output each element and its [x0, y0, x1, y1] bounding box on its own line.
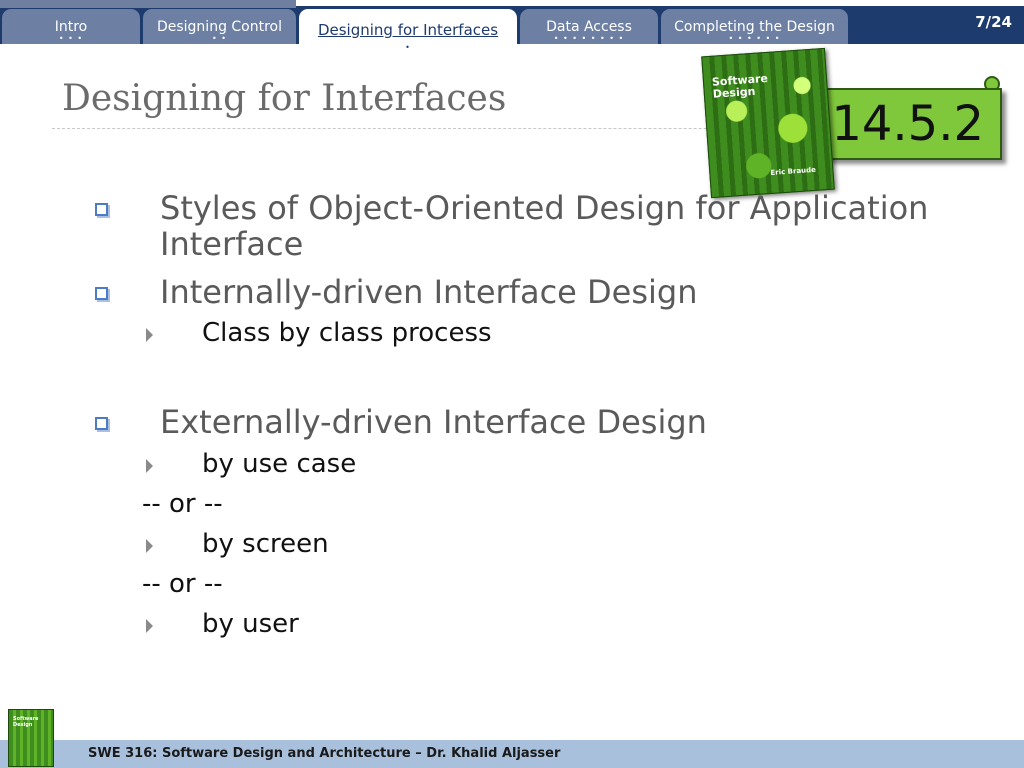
progress-line [0, 0, 296, 8]
square-bullet-icon [95, 287, 108, 300]
slide-title: Designing for Interfaces [62, 78, 507, 119]
tab-completing-the-design[interactable]: Completing the Design • • • • • • [661, 9, 848, 44]
arrow-bullet-icon [146, 328, 153, 342]
arrow-bullet-icon [146, 619, 153, 633]
tab-dots: • • • • • • [728, 34, 781, 43]
book-cover-image: Software Design Eric Braude [701, 47, 835, 199]
square-bullet-icon [95, 203, 108, 216]
page-counter: 7/24 [975, 13, 1012, 31]
footer-text: SWE 316: Software Design and Architectur… [88, 746, 561, 761]
footer-bar: SWE 316: Software Design and Architectur… [0, 740, 1024, 768]
tab-intro[interactable]: Intro • • • [2, 9, 140, 44]
book-title: Software Design [711, 71, 769, 101]
arrow-bullet-icon [146, 539, 153, 553]
top-navigation-bar: Intro • • • Designing Control • • Design… [0, 0, 1024, 52]
bullet-level2: Class by class process [202, 318, 492, 348]
tab-dots: • [405, 43, 411, 52]
arrow-bullet-icon [146, 459, 153, 473]
tab-data-access[interactable]: Data Access • • • • • • • • [520, 9, 658, 44]
tab-label: Designing for Interfaces [317, 21, 499, 39]
top-white-line [296, 0, 1024, 6]
tab-designing-for-interfaces[interactable]: Designing for Interfaces • [299, 9, 517, 52]
book-author: Eric Braude [770, 165, 817, 177]
separator-text: -- or -- [142, 489, 223, 519]
bullet-level1: Internally-driven Interface Design [160, 273, 698, 311]
separator-text: -- or -- [142, 569, 223, 599]
bullet-level2: by use case [202, 449, 357, 479]
tab-dots: • • [212, 34, 227, 43]
bullet-level2: by user [202, 609, 299, 639]
section-number: 14.5.2 [831, 96, 984, 152]
footer-book-thumbnail: Software Design [8, 709, 54, 767]
tab-label: Intro [54, 19, 88, 35]
tab-label: Data Access [546, 19, 632, 35]
tab-designing-control[interactable]: Designing Control • • [143, 9, 296, 44]
square-bullet-icon [95, 417, 108, 430]
thumbnail-title: Software Design [13, 716, 39, 728]
tab-dots: • • • • • • • • [553, 34, 625, 43]
tab-dots: • • • [58, 34, 84, 43]
bullet-level2: by screen [202, 529, 329, 559]
section-badge: 14.5.2 [805, 88, 1002, 160]
tab-label: Designing Control [156, 19, 283, 35]
bullet-level1: Externally-driven Interface Design [160, 403, 707, 441]
bullet-level1: Styles of Object-Oriented Design for App… [160, 189, 929, 263]
tab-label: Completing the Design [674, 19, 835, 35]
